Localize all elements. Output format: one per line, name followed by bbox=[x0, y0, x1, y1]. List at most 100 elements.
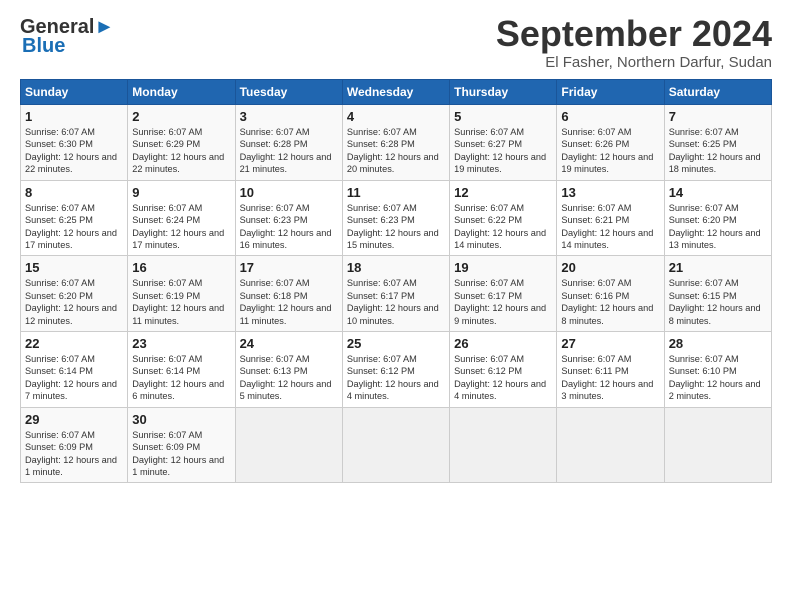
cell-text: Sunrise: 6:07 AMSunset: 6:21 PMDaylight:… bbox=[561, 203, 653, 250]
day-number: 2 bbox=[132, 109, 230, 124]
table-row: 22Sunrise: 6:07 AMSunset: 6:14 PMDayligh… bbox=[21, 332, 128, 408]
cell-text: Sunrise: 6:07 AMSunset: 6:20 PMDaylight:… bbox=[669, 203, 761, 250]
day-number: 21 bbox=[669, 260, 767, 275]
day-number: 26 bbox=[454, 336, 552, 351]
table-row bbox=[557, 407, 664, 483]
table-row: 21 Sunrise: 6:07 AMSunset: 6:15 PMDayligh… bbox=[664, 256, 771, 332]
table-row: 1Sunrise: 6:07 AMSunset: 6:30 PMDaylight… bbox=[21, 105, 128, 181]
day-number: 10 bbox=[240, 185, 338, 200]
col-thursday: Thursday bbox=[450, 80, 557, 105]
calendar-week-1: 1Sunrise: 6:07 AMSunset: 6:30 PMDaylight… bbox=[21, 105, 772, 181]
day-number: 25 bbox=[347, 336, 445, 351]
table-row bbox=[664, 407, 771, 483]
day-number: 1 bbox=[25, 109, 123, 124]
table-row: 9 Sunrise: 6:07 AMSunset: 6:24 PMDaylight… bbox=[128, 180, 235, 256]
table-row: 8 Sunrise: 6:07 AMSunset: 6:25 PMDaylight… bbox=[21, 180, 128, 256]
page: General► Blue September 2024 El Fasher, … bbox=[0, 0, 792, 493]
table-row: 18 Sunrise: 6:07 AMSunset: 6:17 PMDayligh… bbox=[342, 256, 449, 332]
cell-text: Sunrise: 6:07 AMSunset: 6:23 PMDaylight:… bbox=[240, 203, 332, 250]
calendar-week-3: 15 Sunrise: 6:07 AMSunset: 6:20 PMDayligh… bbox=[21, 256, 772, 332]
cell-text: Sunrise: 6:07 AMSunset: 6:12 PMDaylight:… bbox=[454, 354, 546, 401]
cell-text: Sunrise: 6:07 AMSunset: 6:18 PMDaylight:… bbox=[240, 278, 332, 325]
cell-text: Sunrise: 6:07 AMSunset: 6:19 PMDaylight:… bbox=[132, 278, 224, 325]
day-number: 27 bbox=[561, 336, 659, 351]
cell-text: Sunrise: 6:07 AMSunset: 6:09 PMDaylight:… bbox=[132, 430, 224, 477]
cell-text: Sunrise: 6:07 AMSunset: 6:28 PMDaylight:… bbox=[240, 127, 332, 174]
day-number: 11 bbox=[347, 185, 445, 200]
table-row: 25 Sunrise: 6:07 AMSunset: 6:12 PMDayligh… bbox=[342, 332, 449, 408]
cell-text: Sunrise: 6:07 AMSunset: 6:13 PMDaylight:… bbox=[240, 354, 332, 401]
cell-text: Sunrise: 6:07 AMSunset: 6:27 PMDaylight:… bbox=[454, 127, 546, 174]
cell-text: Sunrise: 6:07 AMSunset: 6:10 PMDaylight:… bbox=[669, 354, 761, 401]
day-number: 16 bbox=[132, 260, 230, 275]
cell-text: Sunrise: 6:07 AMSunset: 6:12 PMDaylight:… bbox=[347, 354, 439, 401]
cell-text: Sunrise: 6:07 AMSunset: 6:14 PMDaylight:… bbox=[132, 354, 224, 401]
cell-text: Sunrise: 6:07 AMSunset: 6:25 PMDaylight:… bbox=[25, 203, 117, 250]
day-number: 8 bbox=[25, 185, 123, 200]
cell-text: Sunrise: 6:07 AMSunset: 6:26 PMDaylight:… bbox=[561, 127, 653, 174]
day-number: 9 bbox=[132, 185, 230, 200]
header-row: Sunday Monday Tuesday Wednesday Thursday… bbox=[21, 80, 772, 105]
day-number: 20 bbox=[561, 260, 659, 275]
month-title: September 2024 bbox=[496, 16, 772, 52]
cell-text: Sunrise: 6:07 AMSunset: 6:28 PMDaylight:… bbox=[347, 127, 439, 174]
table-row: 26 Sunrise: 6:07 AMSunset: 6:12 PMDayligh… bbox=[450, 332, 557, 408]
calendar-table: Sunday Monday Tuesday Wednesday Thursday… bbox=[20, 79, 772, 483]
day-number: 17 bbox=[240, 260, 338, 275]
cell-text: Sunrise: 6:07 AMSunset: 6:20 PMDaylight:… bbox=[25, 278, 117, 325]
table-row: 17 Sunrise: 6:07 AMSunset: 6:18 PMDayligh… bbox=[235, 256, 342, 332]
table-row: 14 Sunrise: 6:07 AMSunset: 6:20 PMDayligh… bbox=[664, 180, 771, 256]
location-title: El Fasher, Northern Darfur, Sudan bbox=[496, 54, 772, 71]
day-number: 19 bbox=[454, 260, 552, 275]
day-number: 23 bbox=[132, 336, 230, 351]
cell-text: Sunrise: 6:07 AMSunset: 6:23 PMDaylight:… bbox=[347, 203, 439, 250]
table-row bbox=[342, 407, 449, 483]
cell-text: Sunrise: 6:07 AMSunset: 6:15 PMDaylight:… bbox=[669, 278, 761, 325]
day-number: 7 bbox=[669, 109, 767, 124]
title-block: September 2024 El Fasher, Northern Darfu… bbox=[496, 16, 772, 71]
cell-text: Sunrise: 6:07 AMSunset: 6:22 PMDaylight:… bbox=[454, 203, 546, 250]
day-number: 6 bbox=[561, 109, 659, 124]
calendar-week-5: 29 Sunrise: 6:07 AMSunset: 6:09 PMDayligh… bbox=[21, 407, 772, 483]
table-row: 11 Sunrise: 6:07 AMSunset: 6:23 PMDayligh… bbox=[342, 180, 449, 256]
table-row: 29Sunrise: 6:07 AMSunset: 6:09 PMDayligh… bbox=[21, 407, 128, 483]
table-row: 30Sunrise: 6:07 AMSunset: 6:09 PMDayligh… bbox=[128, 407, 235, 483]
col-monday: Monday bbox=[128, 80, 235, 105]
table-row: 20 Sunrise: 6:07 AMSunset: 6:16 PMDayligh… bbox=[557, 256, 664, 332]
cell-text: Sunrise: 6:07 AMSunset: 6:16 PMDaylight:… bbox=[561, 278, 653, 325]
calendar-week-2: 8 Sunrise: 6:07 AMSunset: 6:25 PMDaylight… bbox=[21, 180, 772, 256]
cell-text: Sunrise: 6:07 AMSunset: 6:25 PMDaylight:… bbox=[669, 127, 761, 174]
table-row: 24 Sunrise: 6:07 AMSunset: 6:13 PMDayligh… bbox=[235, 332, 342, 408]
day-number: 14 bbox=[669, 185, 767, 200]
day-number: 5 bbox=[454, 109, 552, 124]
cell-text: Sunrise: 6:07 AMSunset: 6:24 PMDaylight:… bbox=[132, 203, 224, 250]
table-row bbox=[235, 407, 342, 483]
table-row: 5 Sunrise: 6:07 AMSunset: 6:27 PMDaylight… bbox=[450, 105, 557, 181]
day-number: 12 bbox=[454, 185, 552, 200]
day-number: 29 bbox=[25, 412, 123, 427]
day-number: 13 bbox=[561, 185, 659, 200]
table-row: 3 Sunrise: 6:07 AMSunset: 6:28 PMDaylight… bbox=[235, 105, 342, 181]
day-number: 22 bbox=[25, 336, 123, 351]
table-row bbox=[450, 407, 557, 483]
table-row: 19Sunrise: 6:07 AMSunset: 6:17 PMDayligh… bbox=[450, 256, 557, 332]
table-row: 4 Sunrise: 6:07 AMSunset: 6:28 PMDaylight… bbox=[342, 105, 449, 181]
logo: General► Blue bbox=[20, 16, 114, 58]
col-saturday: Saturday bbox=[664, 80, 771, 105]
cell-text: Sunrise: 6:07 AMSunset: 6:29 PMDaylight:… bbox=[132, 127, 224, 174]
day-number: 24 bbox=[240, 336, 338, 351]
cell-text: Sunrise: 6:07 AMSunset: 6:17 PMDaylight:… bbox=[347, 278, 439, 325]
table-row: 12 Sunrise: 6:07 AMSunset: 6:22 PMDayligh… bbox=[450, 180, 557, 256]
col-friday: Friday bbox=[557, 80, 664, 105]
table-row: 15 Sunrise: 6:07 AMSunset: 6:20 PMDayligh… bbox=[21, 256, 128, 332]
table-row: 13 Sunrise: 6:07 AMSunset: 6:21 PMDayligh… bbox=[557, 180, 664, 256]
day-number: 18 bbox=[347, 260, 445, 275]
table-row: 23 Sunrise: 6:07 AMSunset: 6:14 PMDayligh… bbox=[128, 332, 235, 408]
day-number: 15 bbox=[25, 260, 123, 275]
cell-text: Sunrise: 6:07 AMSunset: 6:11 PMDaylight:… bbox=[561, 354, 653, 401]
day-number: 4 bbox=[347, 109, 445, 124]
table-row: 28Sunrise: 6:07 AMSunset: 6:10 PMDayligh… bbox=[664, 332, 771, 408]
day-number: 3 bbox=[240, 109, 338, 124]
logo-line2: Blue bbox=[22, 35, 65, 58]
table-row: 6 Sunrise: 6:07 AMSunset: 6:26 PMDaylight… bbox=[557, 105, 664, 181]
